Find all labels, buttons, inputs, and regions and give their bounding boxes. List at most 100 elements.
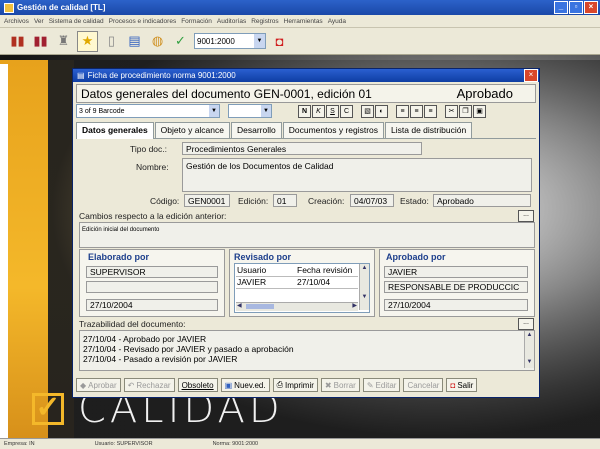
obsoleto-button[interactable]: Obsoleto	[177, 378, 218, 392]
align-left-icon[interactable]: ≡	[396, 104, 409, 118]
editar-label: Editar	[375, 380, 397, 390]
bold-button[interactable]: N	[298, 104, 311, 118]
edit-icon: ✎	[366, 380, 374, 390]
books-red-icon[interactable]: ▮▮	[31, 32, 50, 51]
creacion-field[interactable]: 04/07/03	[350, 194, 394, 207]
minimize-button[interactable]: _	[554, 1, 568, 14]
folder-icon[interactable]: ▤	[125, 32, 144, 51]
document-header: Datos generales del documento GEN-0001, …	[76, 84, 536, 103]
menu-herramientas[interactable]: Herramientas	[284, 18, 323, 25]
tipo-field[interactable]: Procedimientos Generales	[182, 142, 422, 155]
edicion-field[interactable]: 01	[273, 194, 297, 207]
cambios-label: Cambios respecto a la edición anterior:	[79, 211, 227, 221]
align-center-icon[interactable]: ≡	[410, 104, 423, 118]
check-icon[interactable]: ✓	[171, 32, 190, 51]
books-icon[interactable]: ▮▮	[8, 32, 27, 51]
document-icon[interactable]: ▯	[102, 32, 121, 51]
strike-button[interactable]: C	[340, 104, 353, 118]
trazabilidad-list[interactable]: 27/10/04 - Aprobado por JAVIER 27/10/04 …	[79, 330, 535, 371]
rechazar-label: Rechazar	[136, 380, 171, 390]
clipboard-buttons: ✂ ❐ ▣	[445, 104, 486, 118]
scroll-left-icon[interactable]: ◀	[237, 302, 242, 309]
globe-icon[interactable]: ◍	[148, 32, 167, 51]
scroll-thumb[interactable]	[246, 304, 274, 309]
tab-desarrollo[interactable]: Desarrollo	[231, 122, 282, 138]
tab-objeto-alcance[interactable]: Objeto y alcance	[154, 122, 230, 138]
col-usuario: Usuario	[237, 265, 267, 275]
list-item: 27/10/04 - Revisado por JAVIER y pasado …	[83, 344, 294, 354]
cancelar-label: Cancelar	[407, 380, 440, 390]
image-icon[interactable]: ▧	[361, 104, 374, 118]
cut-icon[interactable]: ✂	[445, 104, 458, 118]
codigo-field[interactable]: GEN0001	[184, 194, 230, 207]
color-icon[interactable]: ◐	[375, 104, 388, 118]
underline-button[interactable]: S	[326, 104, 339, 118]
main-toolbar: ▮▮ ▮▮ ♜ ★ ▯ ▤ ◍ ✓ 9001:2000 ▼ ◘	[0, 28, 600, 55]
align-right-icon[interactable]: ≡	[424, 104, 437, 118]
elaborado-date: 27/10/2004	[86, 299, 218, 311]
printer-icon: ⎙	[276, 380, 284, 389]
trazabilidad-edit-button[interactable]: ...	[518, 318, 534, 330]
cancelar-button[interactable]: Cancelar	[403, 378, 444, 392]
paste-icon[interactable]: ▣	[473, 104, 486, 118]
revisado-title: Revisado por	[234, 252, 292, 262]
tab-documentos-registros[interactable]: Documentos y registros	[282, 122, 385, 138]
aprobado-date: 27/10/2004	[384, 299, 528, 311]
exit-icon[interactable]: ◘	[270, 32, 289, 51]
nueva-edicion-button[interactable]: ▣ Nuev.ed.	[220, 378, 270, 392]
norma-combo[interactable]: 9001:2000 ▼	[194, 33, 266, 49]
aprobar-button[interactable]: ◆ Aprobar	[76, 378, 121, 392]
editar-button[interactable]: ✎ Editar	[362, 378, 401, 392]
action-buttons: ◆ Aprobar ↶ Rechazar Obsoleto ▣ Nuev.ed. ⎙ I…	[76, 377, 536, 393]
scroll-right-icon[interactable]: ▶	[352, 302, 357, 309]
nombre-label: Nombre:	[136, 162, 169, 172]
approve-icon: ◆	[80, 380, 87, 390]
scroll-up-icon[interactable]: ▲	[525, 331, 534, 340]
scroll-up-icon[interactable]: ▲	[360, 264, 369, 273]
menu-registros[interactable]: Registros	[251, 18, 278, 25]
copy-icon[interactable]: ❐	[459, 104, 472, 118]
scroll-down-icon[interactable]: ▼	[525, 358, 534, 367]
font-combo[interactable]: 3 of 9 Barcode ▼	[76, 104, 220, 118]
horizontal-scrollbar[interactable]: ◀ ▶	[236, 302, 358, 311]
borrar-button[interactable]: ✖ Borrar	[320, 378, 360, 392]
menu-archivos[interactable]: Archivos	[4, 18, 29, 25]
revisado-table[interactable]: Usuario Fecha revisión JAVIER 27/10/04 ◀…	[234, 263, 370, 313]
menu-auditorias[interactable]: Auditorías	[217, 18, 246, 25]
imprimir-button[interactable]: ⎙ Imprimir	[272, 378, 318, 392]
menu-ayuda[interactable]: Ayuda	[328, 18, 346, 25]
salir-button[interactable]: ◘ Salir	[446, 378, 478, 392]
menu-procesos[interactable]: Procesos e indicadores	[109, 18, 177, 25]
revisado-group: Revisado por Usuario Fecha revisión JAVI…	[229, 249, 375, 317]
borrar-label: Borrar	[333, 380, 356, 390]
menu-ver[interactable]: Ver	[34, 18, 44, 25]
menu-formacion[interactable]: Formación	[181, 18, 212, 25]
main-window: Gestión de calidad [TL] _ ▫ × Archivos V…	[0, 0, 600, 64]
tab-datos-generales[interactable]: Datos generales	[76, 122, 154, 139]
row-date: 27/10/04	[297, 277, 331, 287]
maximize-button[interactable]: ▫	[569, 1, 583, 14]
vertical-scrollbar[interactable]: ▲ ▼	[359, 264, 369, 310]
tab-lista-distribucion[interactable]: Lista de distribución	[385, 122, 473, 138]
star-icon[interactable]: ★	[77, 30, 98, 52]
italic-button[interactable]: K	[312, 104, 325, 118]
table-row[interactable]: JAVIER 27/10/04	[236, 276, 358, 289]
cambios-field[interactable]: Edición inicial del documento	[79, 222, 535, 248]
rechazar-button[interactable]: ↶ Rechazar	[123, 378, 175, 392]
menu-sistema[interactable]: Sistema de calidad	[49, 18, 104, 25]
cambios-edit-button[interactable]: ...	[518, 210, 534, 222]
col-fecha: Fecha revisión	[297, 265, 353, 275]
dialog-close-button[interactable]: ×	[524, 69, 538, 82]
trazabilidad-label: Trazabilidad del documento:	[79, 319, 186, 329]
status-norma: Norma: 9001:2000	[212, 441, 259, 447]
trophy-icon[interactable]: ♜	[54, 32, 73, 51]
edicion-label: Edición:	[238, 196, 269, 206]
vertical-scrollbar[interactable]: ▲ ▼	[524, 331, 534, 368]
close-button[interactable]: ×	[584, 1, 598, 14]
elaborado-name: SUPERVISOR	[86, 266, 218, 278]
size-combo[interactable]: ▼	[228, 104, 272, 118]
salir-label: Salir	[457, 380, 474, 390]
scroll-down-icon[interactable]: ▼	[360, 293, 369, 302]
nombre-field[interactable]: Gestión de los Documentos de Calidad	[182, 158, 532, 192]
document-status: Aprobado	[456, 86, 513, 101]
